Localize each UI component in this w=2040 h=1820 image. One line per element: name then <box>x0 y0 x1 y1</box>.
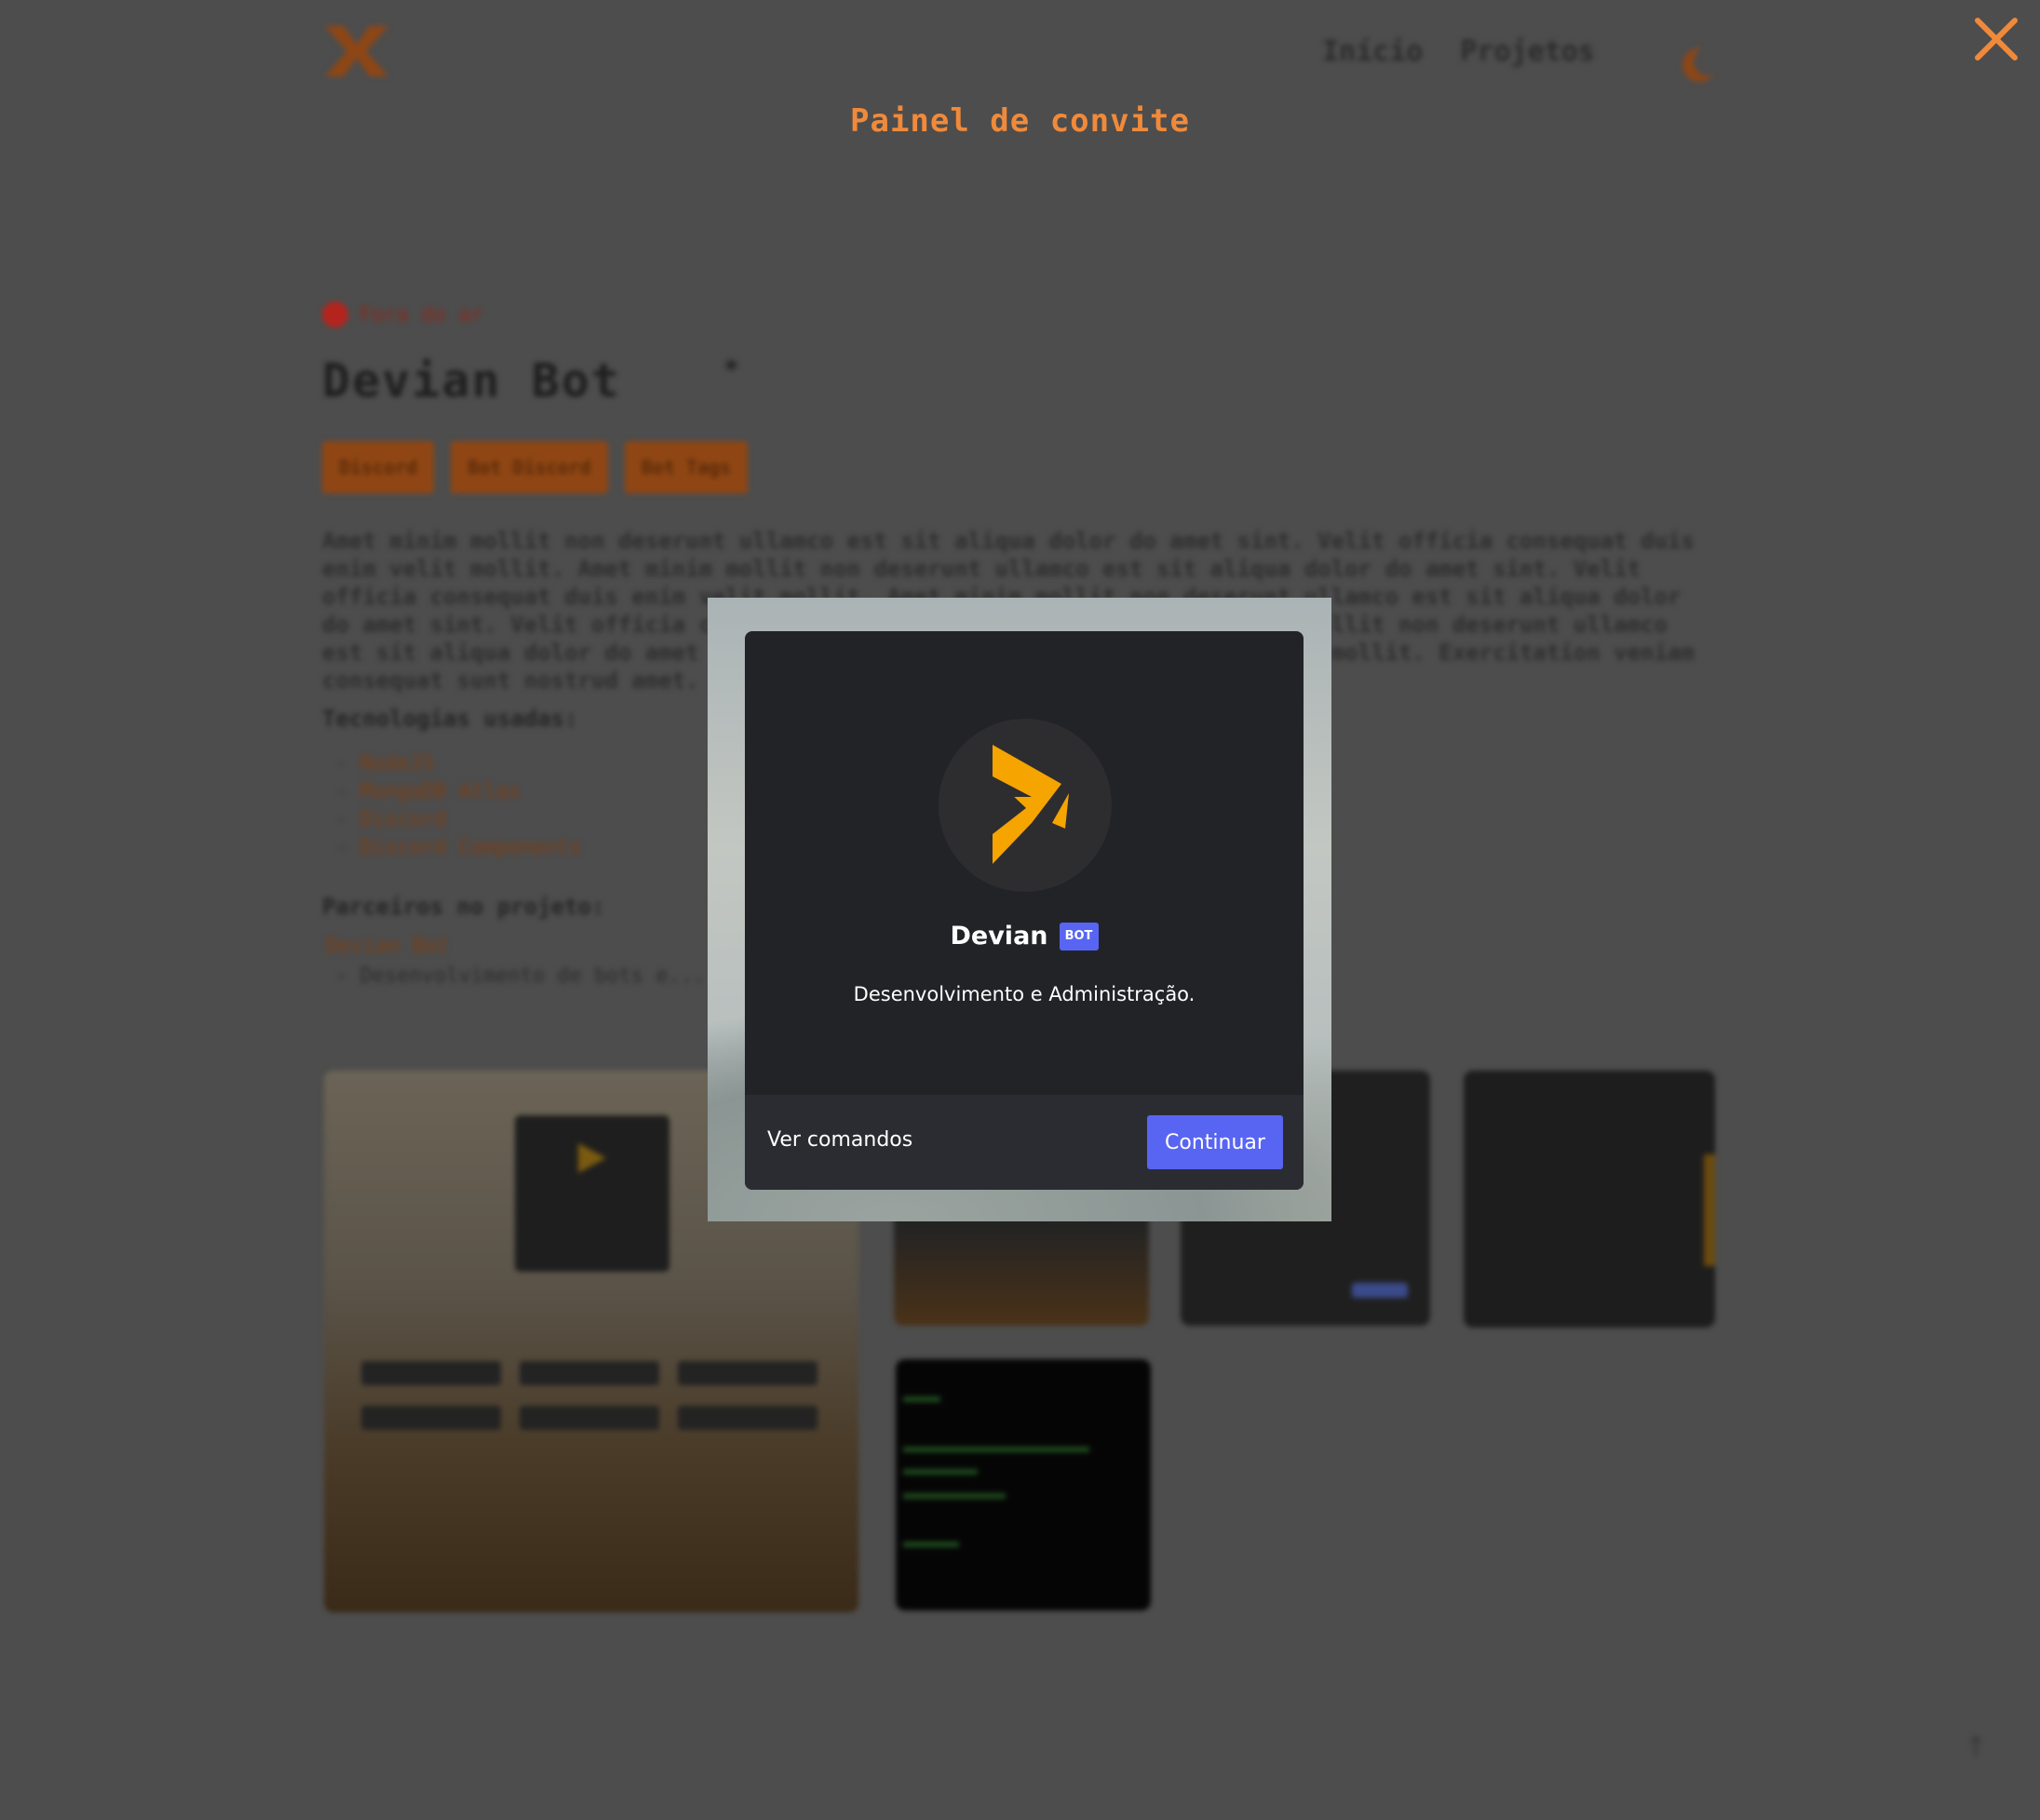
scroll-to-top-icon[interactable]: ↑ <box>1965 1722 2002 1778</box>
close-icon[interactable] <box>1972 15 2020 63</box>
terminal-line <box>903 1447 1089 1452</box>
screenshot-row <box>361 1406 817 1430</box>
list-item[interactable]: Discord <box>335 806 582 834</box>
bot-invite-modal: Devian BOT Desenvolvimento e Administraç… <box>745 631 1304 1190</box>
bot-description: Desenvolvimento e Administração. <box>853 983 1196 1005</box>
screenshot-row <box>361 1361 817 1385</box>
terminal-line <box>903 1493 1006 1499</box>
bot-logo-icon <box>993 745 1069 864</box>
modal-footer: Ver comandos Continuar <box>745 1095 1304 1190</box>
tag-button[interactable]: Bot Tags <box>624 441 749 493</box>
status-label: Fora do ar <box>359 303 483 327</box>
tag-button[interactable]: Bot Discord <box>451 441 608 493</box>
project-tags: Discord Bot Discord Bot Tags <box>322 441 749 493</box>
tag-button[interactable]: Discord <box>322 441 435 493</box>
invite-preview-image: Devian BOT Desenvolvimento e Administraç… <box>708 598 1331 1221</box>
list-item[interactable]: Discord Components <box>335 834 582 862</box>
bot-avatar <box>939 719 1112 892</box>
theme-toggle-moon-icon[interactable] <box>1676 45 1717 86</box>
nav-item-projetos[interactable]: Projetos <box>1460 35 1595 68</box>
continue-button[interactable]: Continuar <box>1147 1115 1283 1169</box>
top-nav: Início Projetos <box>1322 35 1595 68</box>
bot-name: Devian <box>950 922 1048 950</box>
partner-description: - Desenvolvimento de bots e... <box>335 964 706 988</box>
list-item[interactable]: NodeJS <box>335 750 582 778</box>
bot-name-row: Devian BOT <box>745 922 1304 950</box>
star-icon: * <box>723 354 741 384</box>
screenshot-edge <box>1704 1154 1715 1266</box>
terminal-line <box>903 1542 959 1547</box>
screenshot-thumbnail[interactable] <box>896 1359 1151 1611</box>
view-commands-link[interactable]: Ver comandos <box>767 1128 912 1152</box>
terminal-line <box>903 1469 978 1475</box>
project-title-text: Devian Bot <box>322 354 622 408</box>
partners-heading: Parceiros no projeto: <box>322 894 605 920</box>
screenshot-button <box>1352 1283 1408 1298</box>
status-dot <box>322 302 348 328</box>
project-title: Devian Bot * <box>322 354 741 408</box>
partner-link[interactable]: Devian Bot <box>326 935 449 958</box>
screenshot-modal-preview <box>515 1115 669 1272</box>
bot-tag-badge: BOT <box>1059 922 1099 950</box>
list-item[interactable]: MongoDB Atlas <box>335 778 582 806</box>
terminal-line <box>903 1396 940 1402</box>
status-badge: Fora do ar <box>322 302 482 328</box>
site-logo[interactable] <box>321 22 392 80</box>
nav-item-inicio[interactable]: Início <box>1322 35 1423 68</box>
tech-list: NodeJS MongoDB Atlas Discord Discord Com… <box>335 750 582 862</box>
tech-heading: Tecnologias usadas: <box>322 706 578 732</box>
screenshot-thumbnail[interactable] <box>1464 1071 1715 1328</box>
panel-title: Painel de convite <box>850 102 1190 140</box>
